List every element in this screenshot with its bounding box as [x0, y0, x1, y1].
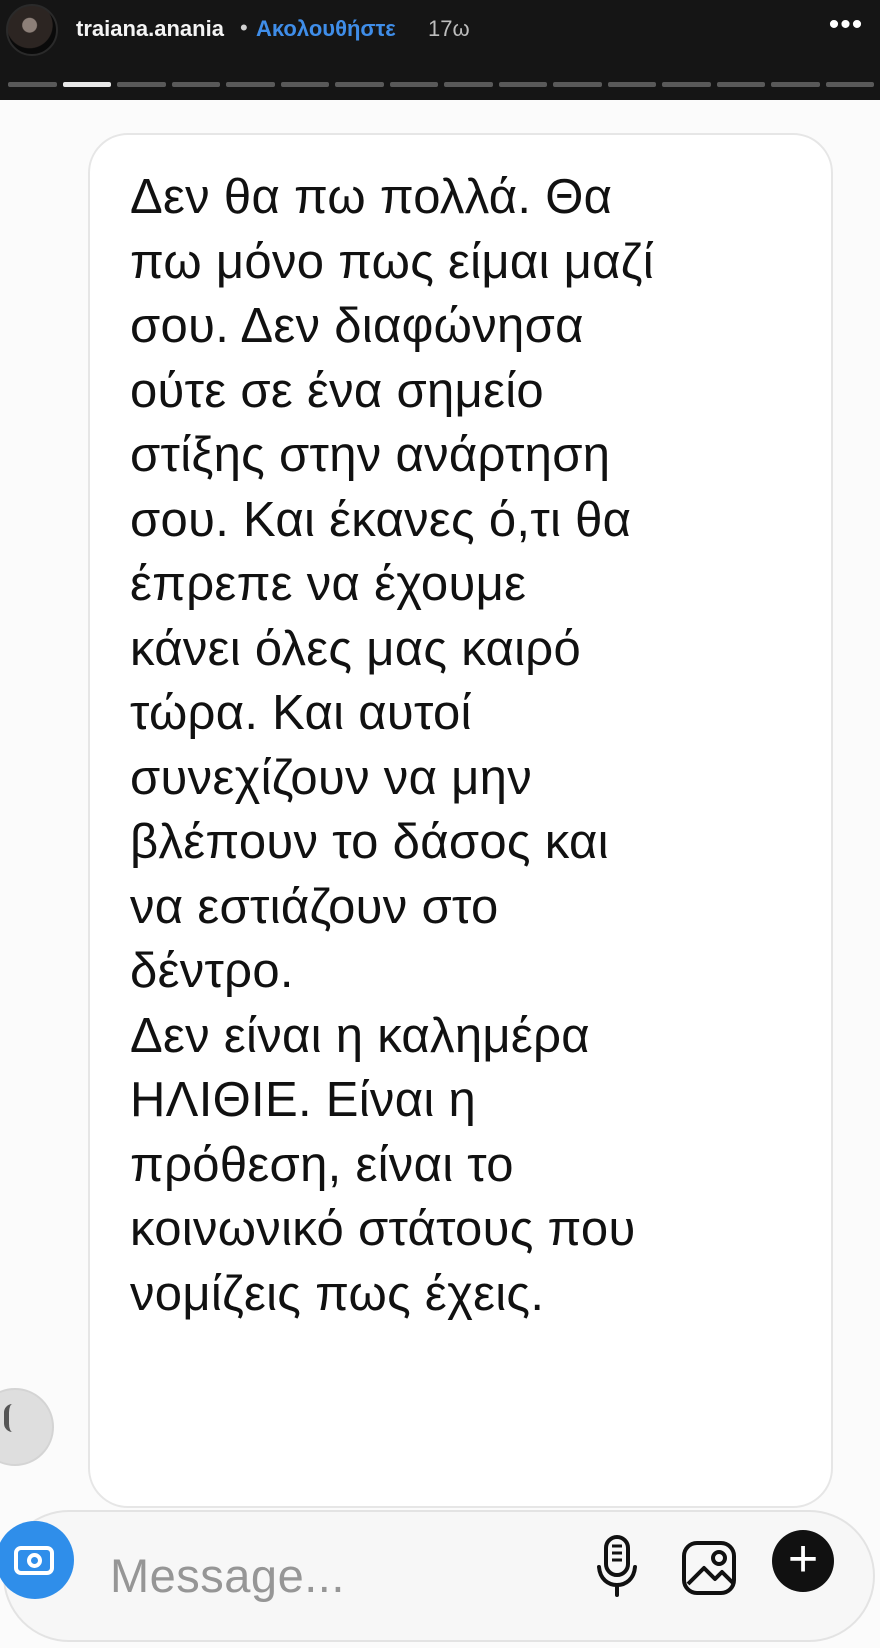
story-progress-segment [498, 82, 547, 87]
story-progress-segment [444, 82, 493, 87]
message-line: στίξης στην ανάρτηση [130, 428, 611, 482]
story-timestamp: 17ω [428, 16, 470, 41]
message-line: ΗΛΙΘΙΕ. Είναι η [130, 1073, 477, 1127]
message-line: νομίζεις πως έχεις. [130, 1266, 545, 1321]
message-line: βλέπουν το δάσος και [130, 815, 609, 869]
message-line: έπρεπε να έχουμε [130, 557, 527, 611]
gallery-icon[interactable] [679, 1538, 739, 1598]
message-line: σου. Δεν διαφώνησα [130, 299, 584, 353]
story-progress-segment [553, 82, 602, 87]
message-line: Δεν είναι η καλημέρα [130, 1008, 590, 1063]
message-line: κοινωνικό στάτους που [130, 1202, 636, 1256]
message-text: Δεν θα πω πολλά. Θα πω μόνο πως είμαι μα… [130, 165, 810, 1326]
microphone-icon[interactable] [594, 1534, 640, 1598]
message-line: σου. Και έκανες ό,τι θα [130, 492, 632, 547]
story-progress-segment [171, 82, 220, 87]
message-line: κάνει όλες μας καιρό [130, 621, 581, 676]
message-line: τώρα. Και αυτοί [130, 686, 472, 740]
story-progress-segment [662, 82, 711, 87]
story-progress-segment [716, 82, 765, 87]
message-line: πω μόνο πως είμαι μαζί [130, 234, 654, 289]
story-progress-bar [8, 82, 874, 87]
story-progress-segment [607, 82, 656, 87]
add-icon[interactable]: + [772, 1530, 834, 1592]
story-progress-segment [389, 82, 438, 87]
story-progress-segment [8, 82, 57, 87]
more-options-icon[interactable]: ••• [818, 10, 874, 44]
story-progress-segment [771, 82, 820, 87]
message-line: να εστιάζουν στο [130, 879, 499, 934]
story-progress-segment-active [62, 82, 111, 87]
message-line: πρόθεση, είναι το [130, 1137, 514, 1192]
story-progress-segment [117, 82, 166, 87]
message-line: Δεν θα πω πολλά. Θα [130, 170, 613, 224]
story-progress-segment [825, 82, 874, 87]
avatar-detail [4, 1404, 21, 1432]
story-progress-segment [335, 82, 384, 87]
message-line: συνεχίζουν να μην [130, 750, 533, 805]
partial-avatar [0, 1388, 54, 1466]
username[interactable]: traiana.anania [76, 16, 224, 42]
story-progress-segment [226, 82, 275, 87]
story-top-bar: traiana.anania • Ακολουθήστε 17ω ••• [0, 0, 880, 100]
message-input-placeholder[interactable]: Message... [110, 1548, 345, 1603]
story-progress-segment [280, 82, 329, 87]
message-line: ούτε σε ένα σημείο [130, 363, 544, 418]
follow-button[interactable]: Ακολουθήστε [256, 16, 396, 42]
username-separator: • [240, 15, 248, 40]
profile-avatar[interactable] [6, 4, 58, 56]
instagram-story-screen: traiana.anania • Ακολουθήστε 17ω ••• Δεν… [0, 0, 880, 1648]
message-line: δέντρο. [130, 944, 294, 998]
